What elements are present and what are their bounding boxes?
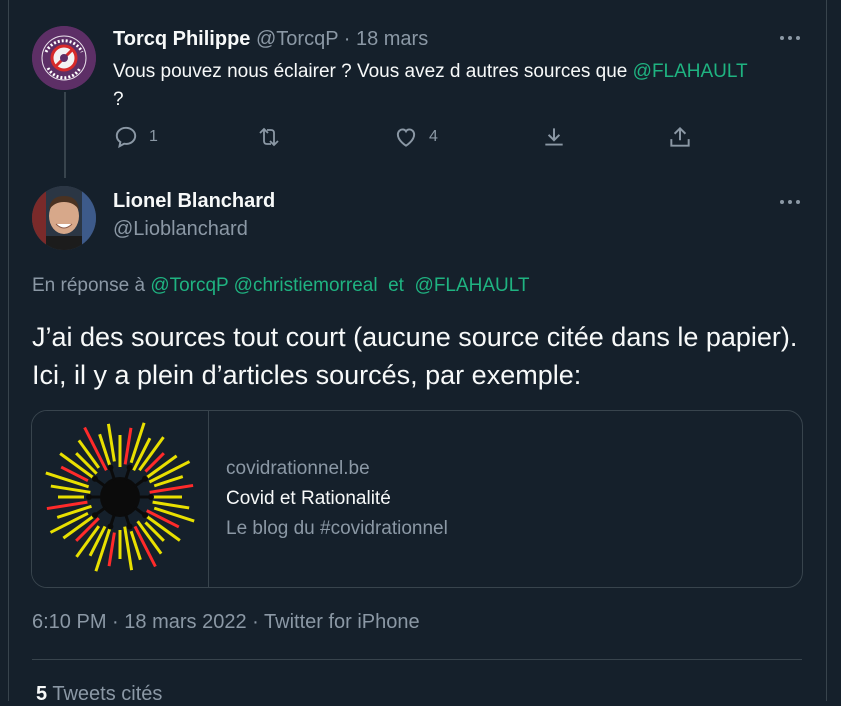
profile-photo-image [32,186,96,250]
separator-dot: · [343,28,351,50]
reply-icon [115,126,137,149]
mask-badge-avatar-image [32,26,96,90]
virus-spike-tip [148,494,154,500]
sunburst-ray [106,423,116,462]
virus-spike-tip [91,475,98,482]
virus-spike-tip [142,475,149,482]
sunburst-ray [46,500,88,511]
card-domain: covidrationnel.be [226,458,370,479]
retweet-button[interactable] [255,124,283,150]
author-name[interactable]: Torcq Philippe [113,28,250,50]
sunburst-ray [107,532,116,567]
separator-dot: · [112,611,119,633]
more-options-icon[interactable] [778,26,802,56]
share-button[interactable] [667,124,693,150]
tweet-date[interactable]: 18 mars [356,28,428,50]
mention-link[interactable]: @TorcqP [150,275,228,296]
virus-spike-tip [126,464,133,471]
tweet-full-date[interactable]: 18 mars 2022 [124,611,246,633]
separator-dot: · [252,611,259,633]
virus-spike-tip [107,464,114,471]
card-thumbnail [32,411,209,587]
tweet-client[interactable]: Twitter for iPhone [264,611,420,633]
avatar[interactable] [32,26,96,90]
mention-link[interactable]: @FLAHAULT [633,61,748,82]
author-handle[interactable]: @TorcqP [256,28,338,50]
thread-connector-line [64,92,66,178]
like-count: 4 [429,128,438,145]
tweet-text-part: Vous pouvez nous éclairer ? Vous avez d … [113,61,633,82]
sunburst-ray [152,500,190,510]
author-handle[interactable]: @Lioblanchard [113,218,248,241]
tweet-time[interactable]: 6:10 PM [32,611,106,633]
tweet-header: Torcq Philippe @TorcqP · 18 mars [113,28,428,51]
author-name[interactable]: Lionel Blanchard [113,190,275,213]
virus-spike-tip [126,523,133,530]
tweet-text: Vous pouvez nous éclairer ? Vous avez d … [113,58,813,114]
reply-context: En réponse à @TorcqP @christiemorreal et… [32,275,530,297]
virus-sunburst-icon [45,422,195,572]
bookmark-button[interactable] [541,124,567,150]
quote-tweets-link[interactable]: 5 Tweets cités [36,683,162,706]
download-arrow-icon [545,128,563,146]
reply-and: et [388,275,404,296]
virus-spike-tip [107,523,114,530]
tweet-text: J’ai des sources tout court (aucune sour… [32,322,798,390]
divider [32,659,802,660]
sunburst-ray [45,471,90,489]
reply-button[interactable]: 1 [113,124,158,150]
tweet-actions: 1 4 [113,124,713,156]
share-icon [670,126,690,147]
virus-body [100,477,140,517]
avatar[interactable] [32,186,96,250]
quote-count: 5 [36,683,48,705]
link-preview-card[interactable]: covidrationnel.be Covid et Rationalité L… [31,410,803,588]
like-button[interactable]: 4 [393,124,438,150]
sunburst-ray [75,452,98,475]
card-description: Le blog du #covidrationnel [226,518,448,539]
virus-spike-tip [142,512,149,519]
tweet-text-part: ? [113,89,124,110]
mention-link[interactable]: @christiemorreal [234,275,378,296]
virus-spike-tip [91,512,98,519]
virus-spike-tip [86,494,92,500]
reply-prefix: En réponse à [32,275,146,296]
mention-link[interactable]: @FLAHAULT [415,275,530,296]
retweet-icon [259,127,279,147]
sunburst-ray [123,427,133,465]
heart-icon [396,128,416,147]
reply-count: 1 [149,128,158,145]
more-options-icon[interactable] [778,190,802,220]
tweet-metadata: 6:10 PM · 18 mars 2022 · Twitter for iPh… [32,611,420,634]
card-title: Covid et Rationalité [226,488,391,509]
quote-label: Tweets cités [52,683,163,705]
